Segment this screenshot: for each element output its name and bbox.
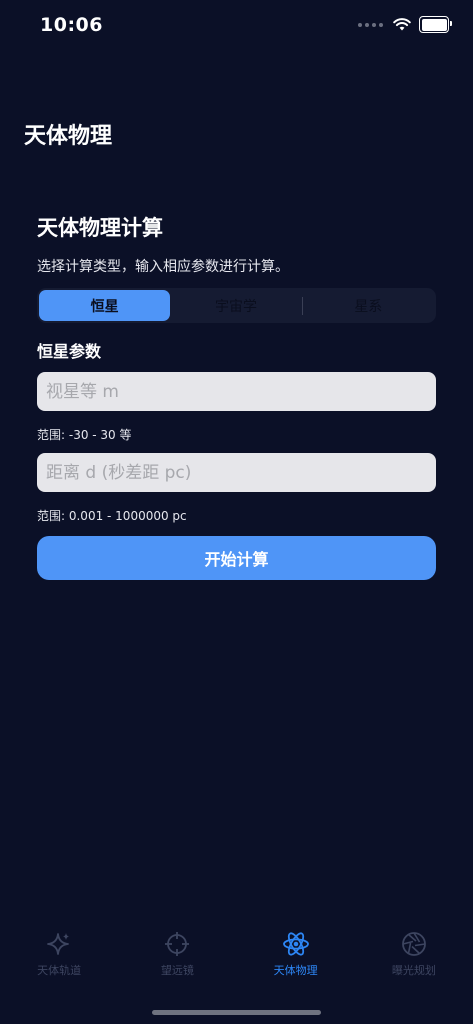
- tab-orbits[interactable]: 天体轨道: [0, 930, 118, 990]
- distance-hint: 范围: 0.001 - 1000000 pc: [37, 509, 187, 523]
- atom-icon: [282, 932, 309, 956]
- calculator-title: 天体物理计算: [37, 216, 163, 240]
- tab-telescope[interactable]: 望远镜: [118, 930, 236, 990]
- tab-label: 天体轨道: [37, 964, 82, 977]
- segment-galaxy[interactable]: 星系: [303, 290, 434, 321]
- section-label: 恒星参数: [37, 342, 102, 361]
- sparkle-icon: [47, 933, 70, 955]
- status-time: 10:06: [40, 14, 103, 36]
- wifi-icon: [393, 18, 411, 31]
- tab-label: 曝光规划: [391, 964, 436, 977]
- tab-label: 天体物理: [273, 964, 318, 977]
- battery-icon: [419, 16, 452, 33]
- crosshair-icon: [165, 932, 190, 956]
- tab-bar: 天体轨道 望远镜 天体物理 曝光规划: [0, 930, 473, 990]
- calculation-type-segmented-control: 恒星 宇宙学 星系: [37, 288, 436, 323]
- tab-exposure-planning[interactable]: 曝光规划: [355, 930, 473, 990]
- status-bar: 10:06: [0, 0, 473, 54]
- apparent-magnitude-input[interactable]: [37, 372, 436, 411]
- home-indicator[interactable]: [152, 1010, 321, 1015]
- calculator-subtitle: 选择计算类型，输入相应参数进行计算。: [37, 259, 289, 275]
- start-calculation-button[interactable]: 开始计算: [37, 536, 436, 580]
- tab-label: 望远镜: [160, 964, 194, 977]
- cellular-signal-icon: [358, 22, 383, 27]
- status-icons: [358, 16, 452, 33]
- distance-input[interactable]: [37, 453, 436, 492]
- aperture-icon: [401, 932, 426, 956]
- segment-cosmology[interactable]: 宇宙学: [170, 290, 301, 321]
- page-title: 天体物理: [24, 124, 113, 149]
- tab-astrophysics[interactable]: 天体物理: [237, 930, 355, 990]
- segment-star[interactable]: 恒星: [39, 290, 171, 321]
- apparent-magnitude-hint: 范围: -30 - 30 等: [37, 428, 132, 442]
